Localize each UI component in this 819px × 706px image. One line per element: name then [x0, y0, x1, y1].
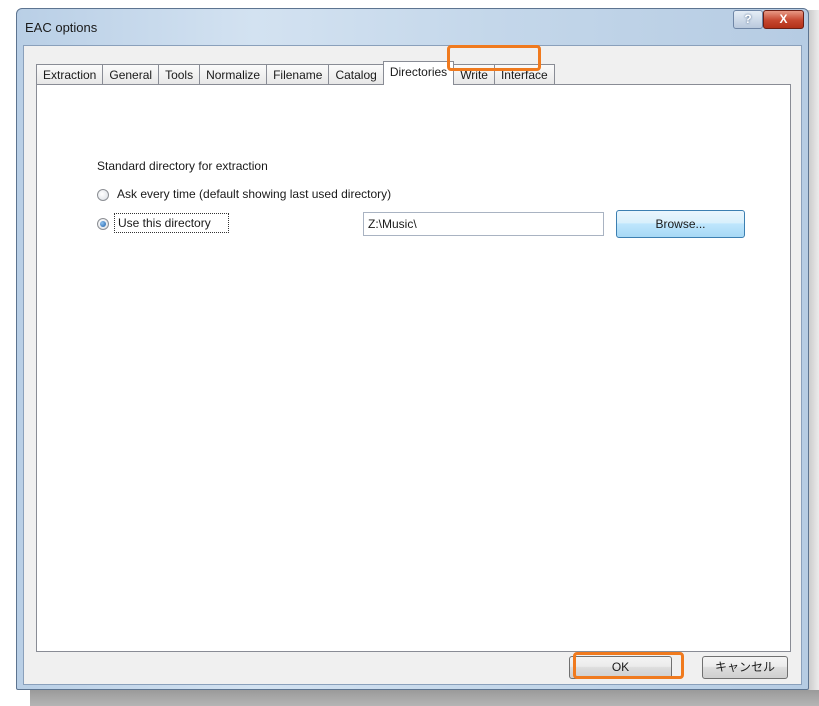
- tab-general[interactable]: General: [102, 64, 160, 85]
- ask-every-time-radio[interactable]: [97, 189, 109, 201]
- window-shadow-right: [808, 10, 819, 700]
- standard-directory-label: Standard directory for extraction: [97, 159, 268, 173]
- directories-panel: Standard directory for extraction Ask ev…: [36, 84, 791, 652]
- use-this-directory-radio[interactable]: [97, 218, 109, 230]
- help-icon: ?: [744, 12, 752, 26]
- use-this-directory-label[interactable]: Use this directory: [118, 216, 211, 230]
- close-button[interactable]: X: [763, 10, 804, 29]
- directory-path-input[interactable]: Z:\Music\: [363, 212, 604, 236]
- help-button[interactable]: ?: [733, 10, 763, 29]
- tab-write[interactable]: Write: [453, 64, 495, 85]
- ask-every-time-label[interactable]: Ask every time (default showing last use…: [117, 187, 391, 201]
- dialog-client-area: Extraction General Tools Normalize Filen…: [23, 45, 802, 685]
- eac-options-dialog: EAC options ? X Extraction General Tools…: [16, 8, 809, 690]
- tab-filename[interactable]: Filename: [266, 64, 330, 85]
- title-bar[interactable]: EAC options ? X: [17, 9, 808, 43]
- tab-tools[interactable]: Tools: [158, 64, 201, 85]
- cancel-button[interactable]: キャンセル: [702, 656, 788, 679]
- tab-directories[interactable]: Directories: [382, 61, 455, 85]
- close-icon: X: [779, 12, 788, 26]
- ok-button[interactable]: OK: [569, 656, 672, 679]
- tab-interface[interactable]: Interface: [493, 64, 555, 85]
- browse-button[interactable]: Browse...: [616, 210, 745, 238]
- tab-strip: Extraction General Tools Normalize Filen…: [36, 61, 555, 85]
- window-title: EAC options: [25, 20, 98, 35]
- window-shadow-bottom: [30, 690, 819, 706]
- tab-extraction[interactable]: Extraction: [36, 64, 104, 85]
- tab-normalize[interactable]: Normalize: [199, 64, 268, 85]
- tab-catalog[interactable]: Catalog: [328, 64, 384, 85]
